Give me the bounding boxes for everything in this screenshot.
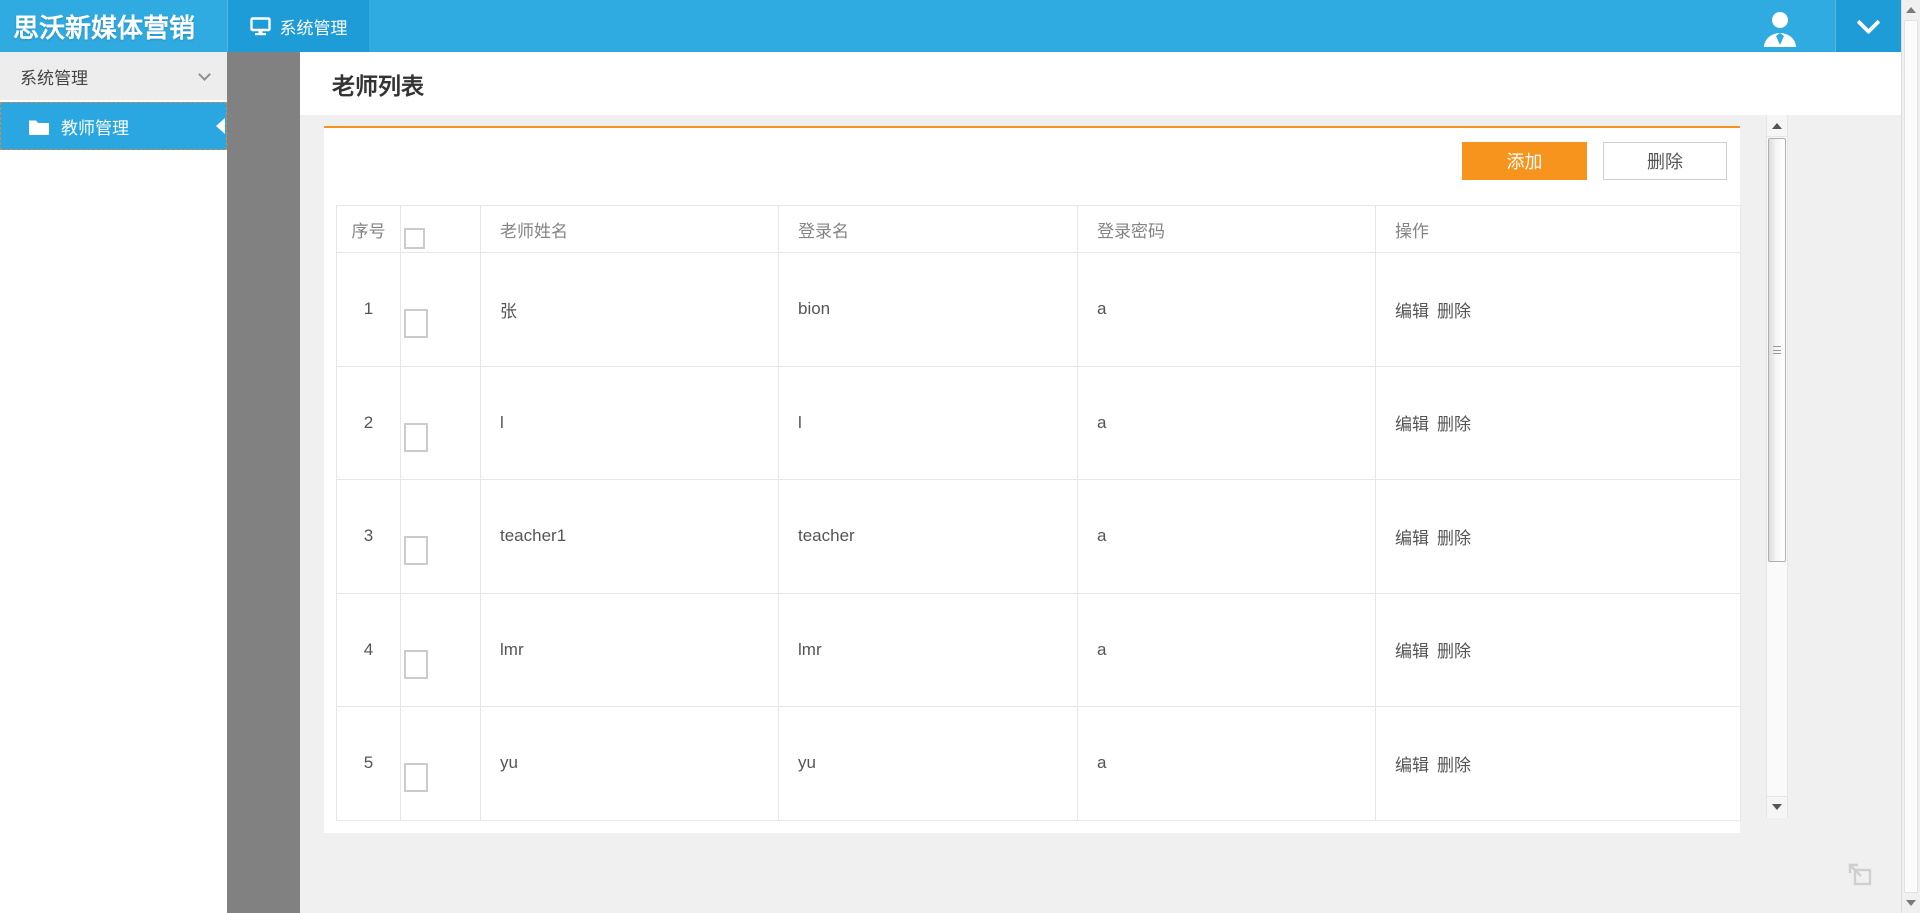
row-actions: 编辑删除: [1376, 707, 1741, 821]
app-logo: 思沃新媒体营销: [0, 0, 227, 52]
teacher-name: 张: [481, 253, 779, 367]
row-checkbox[interactable]: [404, 309, 428, 338]
column-header-index: 序号: [337, 206, 401, 253]
column-header-actions: 操作: [1376, 206, 1741, 253]
column-header-password: 登录密码: [1078, 206, 1376, 253]
scroll-up-button[interactable]: [1767, 115, 1787, 137]
row-actions: 编辑删除: [1376, 366, 1741, 480]
row-index: 1: [337, 253, 401, 367]
delete-link[interactable]: 删除: [1437, 302, 1471, 321]
login-name: teacher: [779, 480, 1078, 594]
login-password: a: [1078, 707, 1376, 821]
login-password: a: [1078, 480, 1376, 594]
column-header-checkbox: [401, 206, 481, 253]
sidebar-collapse-strip: [227, 52, 300, 913]
teacher-table: 序号 老师姓名 登录名 登录密码 操作 1 张 bion a: [336, 205, 1741, 821]
row-index: 4: [337, 593, 401, 707]
active-item-marker-icon: [216, 118, 225, 134]
scroll-down-arrow-icon: [1772, 804, 1782, 810]
login-name: lmr: [779, 593, 1078, 707]
edit-link[interactable]: 编辑: [1395, 642, 1429, 661]
row-index: 3: [337, 480, 401, 594]
content-scrollbar-thumb[interactable]: [1768, 138, 1786, 562]
scroll-up-arrow-icon: [1772, 123, 1782, 129]
row-checkbox[interactable]: [404, 536, 428, 565]
teacher-list-panel: 添加 删除 序号 老师姓名 登录名 登录密码 操作: [324, 126, 1740, 833]
sidebar: 系统管理 教师管理: [0, 52, 227, 913]
scroll-down-arrow-icon[interactable]: [1906, 900, 1916, 906]
popout-arrow-icon: [1845, 858, 1875, 888]
chevron-down-icon: [1856, 10, 1880, 34]
edit-link[interactable]: 编辑: [1395, 529, 1429, 548]
add-button[interactable]: 添加: [1462, 142, 1587, 180]
teacher-name: lmr: [481, 593, 779, 707]
login-name: bion: [779, 253, 1078, 367]
table-row: 5 yu yu a 编辑删除: [337, 707, 1741, 821]
content-scrollbar[interactable]: [1766, 115, 1788, 818]
page-scrollbar-thumb[interactable]: [1904, 20, 1918, 893]
delete-link[interactable]: 删除: [1437, 642, 1471, 661]
row-checkbox-cell: [401, 480, 481, 594]
chevron-down-icon: [198, 68, 211, 81]
sidebar-item-label: 教师管理: [61, 114, 129, 139]
delete-link[interactable]: 删除: [1437, 529, 1471, 548]
edit-link[interactable]: 编辑: [1395, 756, 1429, 775]
delete-button[interactable]: 删除: [1603, 142, 1727, 180]
teacher-name: teacher1: [481, 480, 779, 594]
main-content: 老师列表 添加 删除 序号 老师姓名 登录名 登录密码 操作: [300, 52, 1901, 913]
folder-icon: [28, 118, 50, 135]
row-checkbox[interactable]: [404, 423, 428, 452]
page-title: 老师列表: [332, 67, 424, 101]
login-name: l: [779, 366, 1078, 480]
delete-link[interactable]: 删除: [1437, 756, 1471, 775]
row-checkbox-cell: [401, 593, 481, 707]
column-header-name: 老师姓名: [481, 206, 779, 253]
teacher-name: yu: [481, 707, 779, 821]
delete-link[interactable]: 删除: [1437, 415, 1471, 434]
table-row: 3 teacher1 teacher a 编辑删除: [337, 480, 1741, 594]
table-row: 2 l l a 编辑删除: [337, 366, 1741, 480]
user-avatar-icon[interactable]: [1760, 7, 1800, 47]
row-actions: 编辑删除: [1376, 593, 1741, 707]
row-actions: 编辑删除: [1376, 253, 1741, 367]
login-password: a: [1078, 253, 1376, 367]
scroll-down-button[interactable]: [1767, 796, 1787, 818]
teacher-name: l: [481, 366, 779, 480]
row-index: 5: [337, 707, 401, 821]
row-checkbox[interactable]: [404, 650, 428, 679]
row-index: 2: [337, 366, 401, 480]
login-password: a: [1078, 366, 1376, 480]
row-checkbox-cell: [401, 366, 481, 480]
scroll-up-arrow-icon[interactable]: [1906, 7, 1916, 13]
content-header: 老师列表: [300, 52, 1901, 115]
column-header-login: 登录名: [779, 206, 1078, 253]
edit-link[interactable]: 编辑: [1395, 415, 1429, 434]
row-checkbox-cell: [401, 707, 481, 821]
page-scrollbar[interactable]: [1901, 0, 1920, 913]
table-header-row: 序号 老师姓名 登录名 登录密码 操作: [337, 206, 1741, 253]
login-name: yu: [779, 707, 1078, 821]
row-actions: 编辑删除: [1376, 480, 1741, 594]
tab-label: 系统管理: [280, 14, 348, 39]
select-all-checkbox[interactable]: [404, 228, 425, 249]
sidebar-group-label: 系统管理: [20, 64, 88, 89]
row-checkbox[interactable]: [404, 763, 428, 792]
monitor-icon: [250, 17, 271, 36]
sidebar-group-system-management[interactable]: 系统管理: [0, 52, 227, 100]
sidebar-item-teacher-management[interactable]: 教师管理: [0, 102, 227, 150]
top-bar: 思沃新媒体营销 系统管理: [0, 0, 1901, 52]
topbar-menu-toggle[interactable]: [1835, 0, 1901, 52]
table-row: 4 lmr lmr a 编辑删除: [337, 593, 1741, 707]
tab-system-management[interactable]: 系统管理: [227, 0, 369, 52]
login-password: a: [1078, 593, 1376, 707]
table-row: 1 张 bion a 编辑删除: [337, 253, 1741, 367]
scrollbar-grip-icon: [1773, 346, 1781, 354]
row-checkbox-cell: [401, 253, 481, 367]
edit-link[interactable]: 编辑: [1395, 302, 1429, 321]
